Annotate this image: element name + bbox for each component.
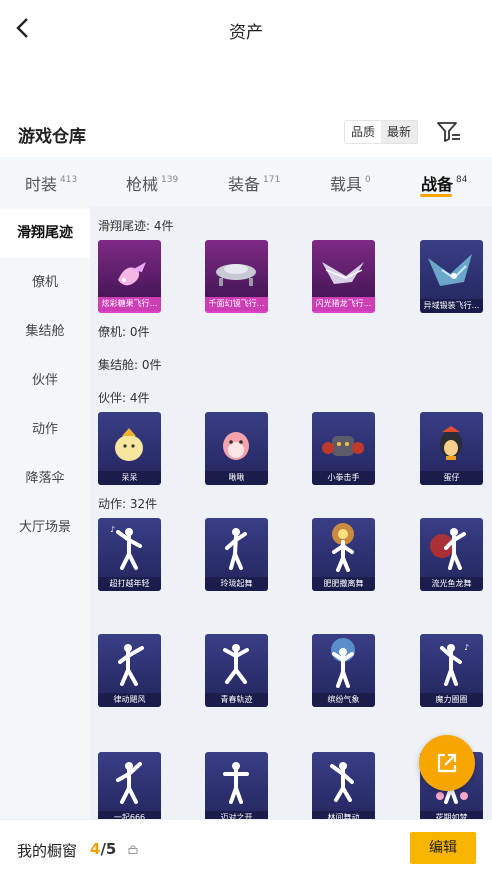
item-caption: 炫彩糖果飞行... [98, 297, 161, 311]
item-caption: 青春轨迹 [205, 693, 268, 707]
sidebar-item-parachute[interactable]: 降落伞 [0, 454, 90, 503]
tab-vehicles[interactable]: 载具 0 [330, 171, 371, 195]
sidebar-item-pod[interactable]: 集结舱 [0, 307, 90, 356]
showcase-count: 4/5 [90, 840, 117, 858]
mirror-craft-icon [216, 264, 256, 286]
sort-quality-option[interactable]: 品质 [345, 121, 382, 143]
item-card[interactable]: 蛋仔 [420, 412, 483, 485]
sidebar-item-wingman[interactable]: 僚机 [0, 258, 90, 307]
item-card[interactable]: ♪ 魔力圈圈 [420, 634, 483, 707]
sidebar-item-companion[interactable]: 伙伴 [0, 356, 90, 405]
section-label-wingman: 僚机: 0件 [98, 325, 150, 339]
candy-trail-icon [118, 262, 146, 286]
top-bar: 资产 [0, 0, 492, 58]
item-caption: 花期如梦 [420, 811, 483, 819]
item-card[interactable]: 异域锻装飞行... [420, 240, 483, 313]
item-card[interactable]: 缤纷气象 [312, 634, 375, 707]
tab-fashion[interactable]: 时装 413 [25, 171, 77, 195]
chick-companion-icon [115, 428, 143, 461]
edit-button[interactable]: 编辑 [410, 832, 476, 864]
item-card[interactable]: 迈对之开 [205, 752, 268, 819]
item-card[interactable]: 一起666 [98, 752, 161, 819]
item-caption: 林间舞动 [312, 811, 375, 819]
sort-toggle: 品质 最新 [344, 120, 419, 144]
section-label-companion: 伙伴: 4件 [98, 391, 150, 405]
active-tab-indicator [420, 194, 452, 197]
item-caption: 千面幻镜飞行... [205, 297, 268, 311]
category-tabs: 时装 413 枪械 139 装备 171 载具 0 战备 84 [0, 157, 492, 207]
dancer-icon: ♪ [440, 643, 469, 686]
item-caption: 流光鱼龙舞 [420, 577, 483, 591]
tab-readiness[interactable]: 战备 84 [421, 171, 467, 195]
dancer-weather-icon [331, 638, 355, 688]
item-caption: 小拳击手 [312, 471, 375, 485]
item-card[interactable]: 小拳击手 [312, 412, 375, 485]
sidebar: 滑翔尾迹 僚机 集结舱 伙伴 动作 降落伞 大厅场景 [0, 207, 90, 819]
filter-icon[interactable] [436, 120, 462, 144]
dancer-icon [330, 762, 354, 802]
section-label-trail: 滑翔尾迹: 4件 [98, 219, 174, 233]
showcase-bar: 我的橱窗 4/5 编辑 [0, 819, 492, 876]
item-grid-area: 滑翔尾迹: 4件 炫彩糖果飞行... 千面幻镜飞行... 闪光猎龙飞行... 异… [90, 207, 492, 819]
boxer-robot-companion-icon [322, 436, 364, 456]
item-card[interactable]: 林间舞动 [312, 752, 375, 819]
item-card[interactable]: 律动飓风 [98, 634, 161, 707]
dancer-icon [116, 762, 142, 804]
dancer-explosion-icon [332, 523, 354, 572]
sidebar-item-glide-trail[interactable]: 滑翔尾迹 [0, 209, 90, 258]
warehouse-title: 游戏仓库 [18, 127, 86, 147]
item-card[interactable]: 玲珑起舞 [205, 518, 268, 591]
item-card[interactable]: 啾啾 [205, 412, 268, 485]
item-card[interactable]: ♪ 超打越年轻 [98, 518, 161, 591]
dancer-icon [118, 644, 144, 686]
item-caption: 蛋仔 [420, 471, 483, 485]
dancer-icon [223, 644, 249, 684]
forged-craft-icon [428, 254, 472, 286]
item-card[interactable]: 千面幻镜飞行... [205, 240, 268, 313]
svg-text:♪: ♪ [464, 643, 469, 652]
item-caption: 迈对之开 [205, 811, 268, 819]
item-caption: 玲珑起舞 [205, 577, 268, 591]
item-caption: 超打越年轻 [98, 577, 161, 591]
item-caption: 异域锻装飞行... [420, 299, 483, 313]
section-label-emote: 动作: 32件 [98, 497, 158, 511]
lock-icon [128, 845, 138, 854]
dancer-icon: ♪ [110, 525, 142, 570]
section-label-pod: 集结舱: 0件 [98, 358, 162, 372]
egg-companion-icon [440, 426, 462, 460]
tab-weapons[interactable]: 枪械 139 [126, 171, 178, 195]
item-card[interactable]: 炫彩糖果飞行... [98, 240, 161, 313]
item-caption: 律动飓风 [98, 693, 161, 707]
sidebar-item-lobby-scene[interactable]: 大厅场景 [0, 503, 90, 552]
item-card[interactable]: 肥肥撒离舞 [312, 518, 375, 591]
dancer-icon [223, 762, 249, 804]
item-caption: 闪光猎龙飞行... [312, 297, 375, 311]
item-card[interactable]: 闪光猎龙飞行... [312, 240, 375, 313]
item-caption: 一起666 [98, 811, 161, 819]
item-caption: 呆呆 [98, 471, 161, 485]
item-card[interactable]: 流光鱼龙舞 [420, 518, 483, 591]
showcase-label: 我的橱窗 [17, 842, 78, 860]
pink-bird-companion-icon [223, 432, 249, 460]
page-title: 资产 [229, 23, 263, 43]
item-card[interactable]: 青春轨迹 [205, 634, 268, 707]
dancer-dragon-icon [430, 528, 466, 570]
share-button[interactable] [419, 735, 475, 791]
tab-equipment[interactable]: 装备 171 [228, 171, 280, 195]
sidebar-item-emote[interactable]: 动作 [0, 405, 90, 454]
sort-latest-option[interactable]: 最新 [381, 121, 418, 143]
svg-text:♪: ♪ [110, 525, 115, 534]
share-external-icon [437, 753, 457, 773]
item-card[interactable]: 呆呆 [98, 412, 161, 485]
item-caption: 肥肥撒离舞 [312, 577, 375, 591]
item-caption: 啾啾 [205, 471, 268, 485]
item-caption: 魔力圈圈 [420, 693, 483, 707]
dragon-wing-icon [322, 262, 364, 284]
dancer-icon [225, 528, 247, 570]
item-caption: 缤纷气象 [312, 693, 375, 707]
